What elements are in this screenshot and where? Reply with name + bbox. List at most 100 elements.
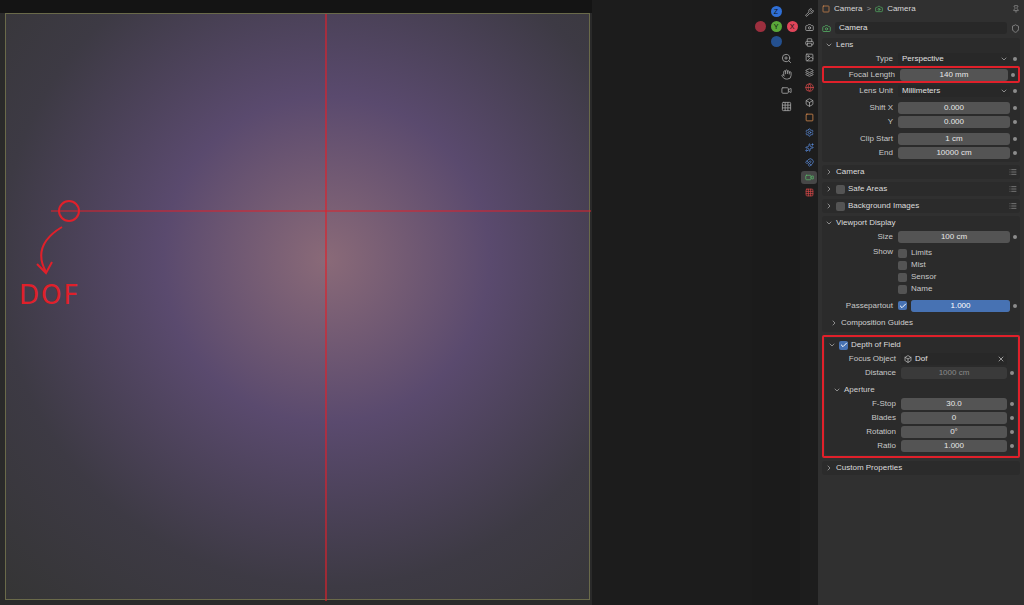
section-header[interactable]: Viewport Display — [822, 216, 1020, 230]
property-label: Rotation — [825, 427, 901, 437]
viewport[interactable]: DOFZYX — [0, 0, 800, 605]
number-field[interactable]: 1 cm — [898, 133, 1010, 145]
checkbox-option[interactable]: Sensor — [898, 271, 1020, 283]
properties-tab[interactable] — [801, 81, 817, 94]
keyframe-dot[interactable] — [1013, 89, 1017, 93]
keyframe-dot[interactable] — [1010, 444, 1014, 448]
axis-ball[interactable]: X — [787, 21, 798, 32]
panel-section: Camera — [822, 165, 1020, 179]
presets-icon[interactable] — [1009, 185, 1017, 193]
section-header[interactable]: Safe Areas — [822, 182, 1020, 196]
keyframe-dot[interactable] — [1013, 137, 1017, 141]
axis-ball[interactable]: Z — [771, 6, 782, 17]
checkbox[interactable] — [898, 301, 907, 310]
property-label: Type — [822, 54, 898, 64]
checkbox-option[interactable]: Name — [898, 283, 1020, 295]
checkbox-option[interactable]: Mist — [898, 259, 1020, 271]
object-icon — [822, 5, 830, 13]
number-field[interactable]: 0.000 — [898, 116, 1010, 128]
property-label: Distance — [825, 368, 901, 378]
object-field[interactable]: Dof — [901, 353, 1007, 365]
keyframe-dot[interactable] — [1010, 371, 1014, 375]
checkbox[interactable] — [839, 341, 848, 350]
property-row: Blades0 — [825, 411, 1017, 424]
axis-ball[interactable] — [755, 21, 766, 32]
section-header[interactable]: Camera — [822, 165, 1020, 179]
checkbox[interactable] — [836, 185, 845, 194]
number-field[interactable]: 140 mm — [900, 69, 1008, 81]
keyframe-dot[interactable] — [1013, 235, 1017, 239]
data-name-field[interactable]: Camera — [835, 22, 1007, 34]
number-field[interactable]: 0.000 — [898, 102, 1010, 114]
dropdown-field[interactable]: Perspective — [898, 53, 1010, 65]
keyframe-dot[interactable] — [1013, 57, 1017, 61]
presets-icon[interactable] — [1009, 202, 1017, 210]
number-field[interactable]: 0 — [901, 412, 1007, 424]
data-block-row: Camera — [822, 21, 1020, 35]
keyframe-dot[interactable] — [1013, 106, 1017, 110]
object-icon — [904, 355, 912, 363]
keyframe-dot[interactable] — [1013, 151, 1017, 155]
chevron-down-icon — [1000, 87, 1008, 95]
property-row: Shift X0.000 — [822, 101, 1020, 114]
checkbox[interactable] — [898, 249, 907, 258]
checkbox[interactable] — [898, 285, 907, 294]
tab-icon — [805, 38, 814, 47]
checkbox[interactable] — [898, 261, 907, 270]
number-field[interactable]: 30.0 — [901, 398, 1007, 410]
grid-icon[interactable] — [781, 101, 792, 112]
axis-ball[interactable]: Y — [771, 21, 782, 32]
camera-data-icon — [822, 24, 831, 33]
tab-icon — [805, 98, 814, 107]
property-label: Blades — [825, 413, 901, 423]
properties-tab[interactable] — [801, 21, 817, 34]
properties-tab[interactable] — [801, 36, 817, 49]
clear-icon[interactable] — [997, 355, 1005, 363]
collapse-icon — [825, 464, 833, 472]
section-header[interactable]: Background Images — [822, 199, 1020, 213]
keyframe-dot[interactable] — [1013, 304, 1017, 308]
properties-tab[interactable] — [801, 66, 817, 79]
property-row: Clip Start1 cm — [822, 132, 1020, 145]
properties-tab[interactable] — [801, 126, 817, 139]
dropdown-field[interactable]: Millimeters — [898, 85, 1010, 97]
properties-tab[interactable] — [801, 141, 817, 154]
section-header[interactable]: Lens — [822, 38, 1020, 52]
checkbox[interactable] — [836, 202, 845, 211]
properties-tab[interactable] — [801, 171, 817, 184]
keyframe-dot[interactable] — [1010, 402, 1014, 406]
number-field[interactable]: 100 cm — [898, 231, 1010, 243]
number-field[interactable]: 10000 cm — [898, 147, 1010, 159]
subsection-header[interactable]: Aperture — [825, 383, 1017, 396]
keyframe-dot[interactable] — [1011, 73, 1015, 77]
properties-tab[interactable] — [801, 51, 817, 64]
checkbox[interactable] — [898, 273, 907, 282]
axis-ball[interactable] — [771, 36, 782, 47]
properties-tab[interactable] — [801, 6, 817, 19]
presets-icon[interactable] — [1009, 168, 1017, 176]
blender-window: DOFZYXCamera>CameraCameraLensTypePerspec… — [0, 0, 1024, 605]
properties-tab[interactable] — [801, 96, 817, 109]
zoom-icon[interactable] — [781, 53, 792, 64]
slider-field[interactable]: 1.000 — [911, 300, 1010, 312]
camera-view-icon[interactable] — [781, 85, 792, 96]
keyframe-dot[interactable] — [1010, 416, 1014, 420]
number-field[interactable]: 1.000 — [901, 440, 1007, 452]
axis-gizmo[interactable]: ZYX — [755, 6, 798, 47]
section-header[interactable]: Depth of Field — [825, 338, 1017, 352]
pan-hand-icon[interactable] — [781, 69, 792, 80]
properties-tab[interactable] — [801, 156, 817, 169]
properties-panel: Camera>CameraCameraLensTypePerspectiveFo… — [818, 0, 1024, 605]
properties-tab[interactable] — [801, 186, 817, 199]
number-field[interactable]: 0° — [901, 426, 1007, 438]
pin-icon[interactable] — [1012, 5, 1020, 13]
property-row: End10000 cm — [822, 146, 1020, 159]
section-header[interactable]: Custom Properties — [822, 461, 1020, 475]
keyframe-dot[interactable] — [1010, 430, 1014, 434]
properties-tab[interactable] — [801, 111, 817, 124]
checkbox-option[interactable]: Limits — [898, 247, 1020, 259]
subsection-header[interactable]: Composition Guides — [822, 316, 1020, 329]
tab-icon — [805, 173, 814, 182]
keyframe-dot[interactable] — [1013, 120, 1017, 124]
fake-user-icon[interactable] — [1011, 24, 1020, 33]
